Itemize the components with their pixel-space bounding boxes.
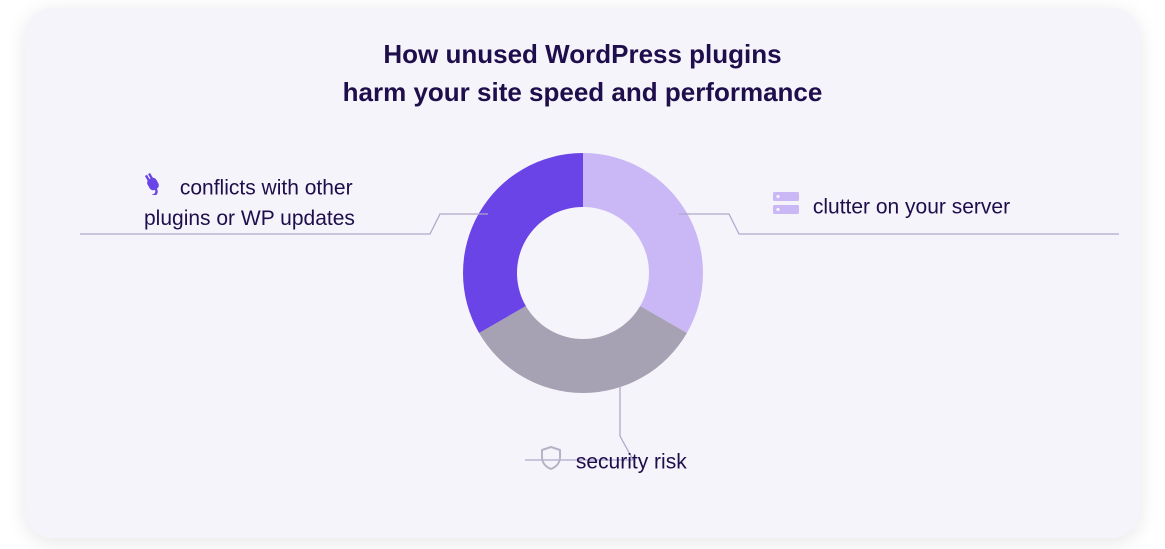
callout-conflicts-label-line2: plugins or WP updates	[144, 208, 355, 231]
callout-conflicts-label-line1: conflicts with other	[180, 177, 353, 200]
server-icon	[773, 192, 799, 223]
shield-icon	[540, 446, 562, 479]
plug-icon	[140, 173, 166, 204]
callout-conflicts: conflicts with other plugins or WP updat…	[140, 173, 440, 235]
callout-clutter: clutter on your server	[773, 192, 1123, 223]
donut-svg	[463, 153, 703, 393]
callout-clutter-label: clutter on your server	[813, 196, 1010, 219]
slice-conflicts	[463, 153, 583, 333]
chart-card: How unused WordPress plugins harm your s…	[25, 8, 1140, 538]
callout-security: security risk	[540, 446, 800, 479]
donut-chart	[463, 153, 703, 393]
chart-area: clutter on your server conflicts with ot…	[25, 8, 1140, 538]
callout-security-label: security risk	[576, 451, 687, 474]
slice-security	[479, 306, 687, 393]
slice-clutter	[583, 153, 703, 333]
